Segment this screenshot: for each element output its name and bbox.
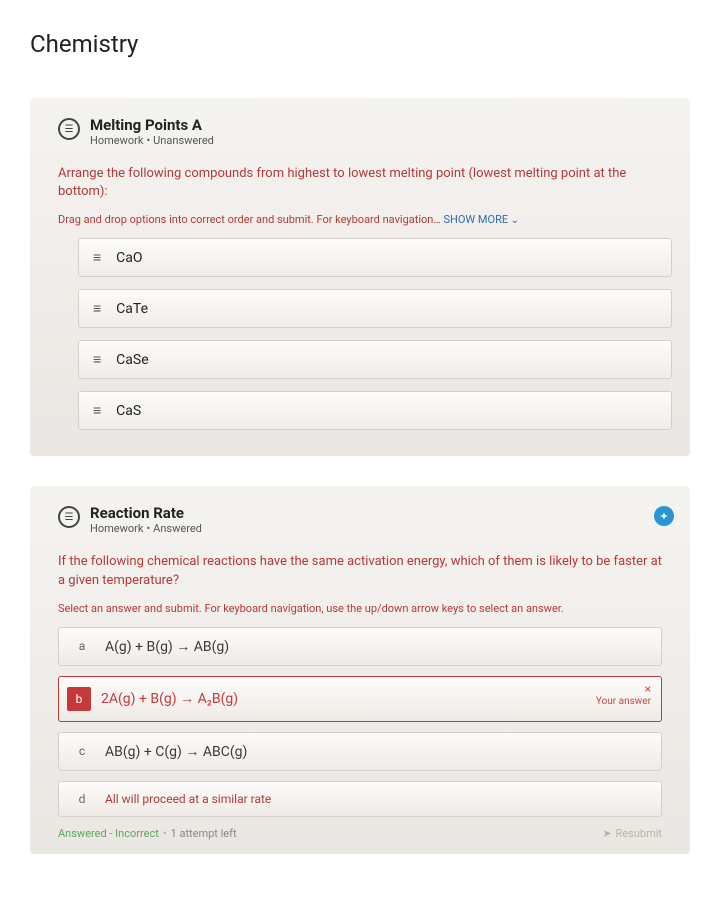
option-d[interactable]: d All will proceed at a similar rate [58,781,662,817]
page-title: Chemistry [30,30,690,58]
incorrect-x-icon: × [596,683,651,696]
meta-status: Unanswered [153,134,214,147]
footer-row: Answered - Incorrect•1 attempt left ➤ Re… [58,827,662,840]
quiz-icon: ☰ [58,118,80,140]
drag-item-label: CaSe [116,352,148,368]
attempts-left: 1 attempt left [171,827,237,840]
question-instruction: Select an answer and submit. For keyboar… [58,602,662,615]
resubmit-label: Resubmit [616,827,662,840]
option-text: 2A(g) + B(g) → A₂B(g) [101,690,649,707]
card-header: ☰ Reaction Rate Homework•Answered [58,504,662,535]
question-instruction: Drag and drop options into correct order… [58,213,662,226]
drag-handle-icon[interactable]: ≡ [93,402,100,419]
send-icon: ➤ [602,827,611,840]
drag-handle-icon[interactable]: ≡ [93,351,100,368]
card-header: ☰ Melting Points A Homework•Unanswered [58,116,662,147]
question-card-reaction-rate: ✦ ☰ Reaction Rate Homework•Answered If t… [30,486,690,853]
drag-handle-icon[interactable]: ≡ [93,249,100,266]
drag-item[interactable]: ≡ CaSe [78,340,672,379]
option-b[interactable]: b 2A(g) + B(g) → A₂B(g) × Your answer [58,676,662,722]
resubmit-button[interactable]: ➤ Resubmit [602,827,662,840]
question-prompt: If the following chemical reactions have… [58,553,662,589]
option-letter: c [71,744,93,758]
drag-item-label: CaTe [116,301,148,317]
drag-item[interactable]: ≡ CaTe [78,289,672,328]
option-letter: b [67,687,91,711]
option-text: AB(g) + C(g) → ABC(g) [105,743,649,760]
your-answer-badge: × Your answer [596,683,651,707]
meta-status: Answered [153,522,202,535]
question-prompt: Arrange the following compounds from hig… [58,165,662,201]
question-title: Reaction Rate [90,504,662,522]
option-text: All will proceed at a similar rate [105,792,649,806]
show-more-link[interactable]: SHOW MORE [443,213,519,226]
question-meta: Homework•Unanswered [90,134,662,147]
option-letter: a [71,639,93,653]
quiz-icon: ☰ [58,506,80,528]
drag-list: ≡ CaO ≡ CaTe ≡ CaSe ≡ CaS [58,238,662,430]
question-title: Melting Points A [90,116,662,134]
your-answer-label: Your answer [596,696,651,707]
drag-item-label: CaO [116,250,142,266]
drag-item[interactable]: ≡ CaS [78,391,672,430]
option-text: A(g) + B(g) → AB(g) [105,638,649,655]
drag-handle-icon[interactable]: ≡ [93,300,100,317]
star-badge-icon[interactable]: ✦ [654,506,674,526]
meta-type: Homework [90,134,143,147]
option-a[interactable]: a A(g) + B(g) → AB(g) [58,627,662,666]
answer-status: Answered - Incorrect [58,827,159,840]
option-letter: d [71,792,93,806]
option-c[interactable]: c AB(g) + C(g) → ABC(g) [58,732,662,771]
question-meta: Homework•Answered [90,522,662,535]
meta-type: Homework [90,522,143,535]
drag-item-label: CaS [116,403,141,419]
drag-item[interactable]: ≡ CaO [78,238,672,277]
option-list: a A(g) + B(g) → AB(g) b 2A(g) + B(g) → A… [58,627,662,817]
question-card-melting-points: ☰ Melting Points A Homework•Unanswered A… [30,98,690,456]
instruction-text: Drag and drop options into correct order… [58,213,441,226]
